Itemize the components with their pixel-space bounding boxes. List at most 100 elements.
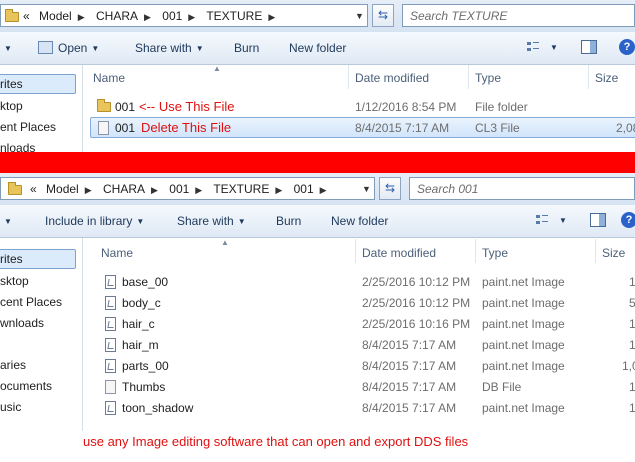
breadcrumb-model[interactable]: Model xyxy=(46,182,79,196)
file-size: 1 xyxy=(629,338,635,352)
breadcrumb-001[interactable]: 001 xyxy=(162,9,182,23)
column-divider[interactable] xyxy=(588,65,589,89)
folder-icon xyxy=(5,9,19,22)
view-options-icon[interactable] xyxy=(535,213,549,227)
breadcrumb-chara[interactable]: CHARA xyxy=(103,182,145,196)
file-row[interactable]: body_c 2/25/2016 10:12 PM paint.net Imag… xyxy=(0,293,635,313)
file-row[interactable]: 001 <-- Use This File 1/12/2016 8:54 PM … xyxy=(0,97,635,117)
breadcrumb-overflow[interactable]: « xyxy=(30,182,37,196)
chevron-right-icon[interactable]: ▶ xyxy=(320,185,327,195)
file-row[interactable]: base_00 2/25/2016 10:12 PM paint.net Ima… xyxy=(0,272,635,292)
refresh-button[interactable]: ⇆ xyxy=(379,177,401,200)
file-row[interactable]: Thumbs 8/4/2015 7:17 AM DB File 1 xyxy=(0,377,635,397)
organize-arrow[interactable]: ▼ xyxy=(0,214,12,228)
column-header-name[interactable]: Name xyxy=(101,246,133,260)
file-row[interactable]: toon_shadow 8/4/2015 7:17 AM paint.net I… xyxy=(0,398,635,418)
file-type: paint.net Image xyxy=(482,338,565,352)
help-icon[interactable]: ? xyxy=(619,39,635,55)
share-with-label: Share with xyxy=(135,41,192,55)
breadcrumb-texture[interactable]: TEXTURE xyxy=(213,182,269,196)
new-folder-button[interactable]: New folder xyxy=(289,41,346,55)
burn-button[interactable]: Burn xyxy=(234,41,259,55)
chevron-down-icon[interactable]: ▼ xyxy=(355,11,364,21)
chevron-right-icon[interactable]: ▶ xyxy=(188,12,195,22)
preview-pane-icon[interactable] xyxy=(581,40,597,54)
search-placeholder: Search 001 xyxy=(417,182,479,196)
image-file-icon xyxy=(105,296,116,310)
chevron-down-icon: ▼ xyxy=(91,44,100,53)
nav-item-downloads[interactable]: nloads xyxy=(0,141,35,152)
file-date: 8/4/2015 7:17 AM xyxy=(355,121,450,135)
explorer-window-bottom: « Model ▶ CHARA ▶ 001 ▶ TEXTURE ▶ 001 ▶ ▼ ⇆ S… xyxy=(0,173,635,431)
column-header-size[interactable]: Size xyxy=(595,71,618,85)
column-header-type[interactable]: Type xyxy=(475,71,501,85)
file-icon xyxy=(98,121,109,135)
chevron-down-icon[interactable]: ▼ xyxy=(362,184,371,194)
chevron-right-icon[interactable]: ▶ xyxy=(78,12,85,22)
chevron-right-icon[interactable]: ▶ xyxy=(268,12,275,22)
chevron-right-icon[interactable]: ▶ xyxy=(151,185,158,195)
include-in-library-button[interactable]: Include in library ▼ xyxy=(45,214,144,228)
share-with-label: Share with xyxy=(177,214,234,228)
column-divider[interactable] xyxy=(348,65,349,89)
file-row[interactable]: 001 Delete This File 8/4/2015 7:17 AM CL… xyxy=(0,118,635,138)
nav-item-favorites[interactable]: rites xyxy=(0,77,23,91)
open-button[interactable]: Open ▼ xyxy=(38,41,99,55)
folder-icon xyxy=(97,99,111,112)
share-with-button[interactable]: Share with ▼ xyxy=(135,41,204,55)
column-header-type[interactable]: Type xyxy=(482,246,508,260)
organize-arrow[interactable]: ▼ xyxy=(0,41,12,55)
view-dropdown-arrow[interactable]: ▼ xyxy=(546,40,558,54)
file-size: 1 xyxy=(629,275,635,289)
search-input[interactable]: Search 001 xyxy=(409,177,635,200)
file-type: paint.net Image xyxy=(482,317,565,331)
file-date: 2/25/2016 10:12 PM xyxy=(362,275,471,289)
search-input[interactable]: Search TEXTURE xyxy=(402,4,635,27)
file-date: 8/4/2015 7:17 AM xyxy=(362,380,457,394)
column-header-date[interactable]: Date modified xyxy=(355,71,429,85)
file-name: 001 xyxy=(115,121,136,135)
address-bar[interactable]: « Model ▶ CHARA ▶ 001 ▶ TEXTURE ▶ ▼ xyxy=(0,4,368,27)
file-row[interactable]: parts_00 8/4/2015 7:17 AM paint.net Imag… xyxy=(0,356,635,376)
file-name: toon_shadow xyxy=(122,401,194,415)
breadcrumb-model[interactable]: Model xyxy=(39,9,72,23)
view-options-icon[interactable] xyxy=(526,40,540,54)
nav-item-favorites[interactable]: rites xyxy=(0,252,23,266)
include-in-library-label: Include in library xyxy=(45,214,133,228)
address-bar-row: « Model ▶ CHARA ▶ 001 ▶ TEXTURE ▶ 001 ▶ ▼ ⇆ S… xyxy=(0,173,635,205)
view-dropdown-arrow[interactable]: ▼ xyxy=(555,213,567,227)
refresh-icon: ⇆ xyxy=(384,181,396,195)
file-type: File folder xyxy=(475,100,528,114)
chevron-right-icon[interactable]: ▶ xyxy=(85,185,92,195)
explorer-window-top: « Model ▶ CHARA ▶ 001 ▶ TEXTURE ▶ ▼ ⇆ Search… xyxy=(0,0,635,152)
file-type: paint.net Image xyxy=(482,296,565,310)
instruction-text: use any Image editing software that can … xyxy=(83,434,469,449)
chevron-right-icon[interactable]: ▶ xyxy=(144,12,151,22)
file-name: body_c xyxy=(122,296,161,310)
breadcrumb-001-sub[interactable]: 001 xyxy=(294,182,314,196)
file-row[interactable]: hair_m 8/4/2015 7:17 AM paint.net Image … xyxy=(0,335,635,355)
column-divider[interactable] xyxy=(475,239,476,263)
new-folder-button[interactable]: New folder xyxy=(331,214,388,228)
column-header-name[interactable]: Name xyxy=(93,71,125,85)
column-header-date[interactable]: Date modified xyxy=(362,246,436,260)
chevron-right-icon[interactable]: ▶ xyxy=(275,185,282,195)
address-bar[interactable]: « Model ▶ CHARA ▶ 001 ▶ TEXTURE ▶ 001 ▶ ▼ xyxy=(0,177,375,200)
help-icon[interactable]: ? xyxy=(621,212,635,228)
column-divider[interactable] xyxy=(355,239,356,263)
file-row[interactable]: hair_c 2/25/2016 10:16 PM paint.net Imag… xyxy=(0,314,635,334)
breadcrumb-chara[interactable]: CHARA xyxy=(96,9,138,23)
breadcrumb-texture[interactable]: TEXTURE xyxy=(206,9,262,23)
column-header-size[interactable]: Size xyxy=(602,246,625,260)
red-separator-bar xyxy=(0,152,635,173)
breadcrumb-001[interactable]: 001 xyxy=(169,182,189,196)
refresh-button[interactable]: ⇆ xyxy=(372,4,394,27)
breadcrumb-overflow[interactable]: « xyxy=(23,9,30,23)
column-divider[interactable] xyxy=(595,239,596,263)
share-with-button[interactable]: Share with ▼ xyxy=(177,214,246,228)
burn-button[interactable]: Burn xyxy=(276,214,301,228)
column-divider[interactable] xyxy=(468,65,469,89)
preview-pane-icon[interactable] xyxy=(590,213,606,227)
file-name: hair_c xyxy=(122,317,155,331)
chevron-right-icon[interactable]: ▶ xyxy=(195,185,202,195)
